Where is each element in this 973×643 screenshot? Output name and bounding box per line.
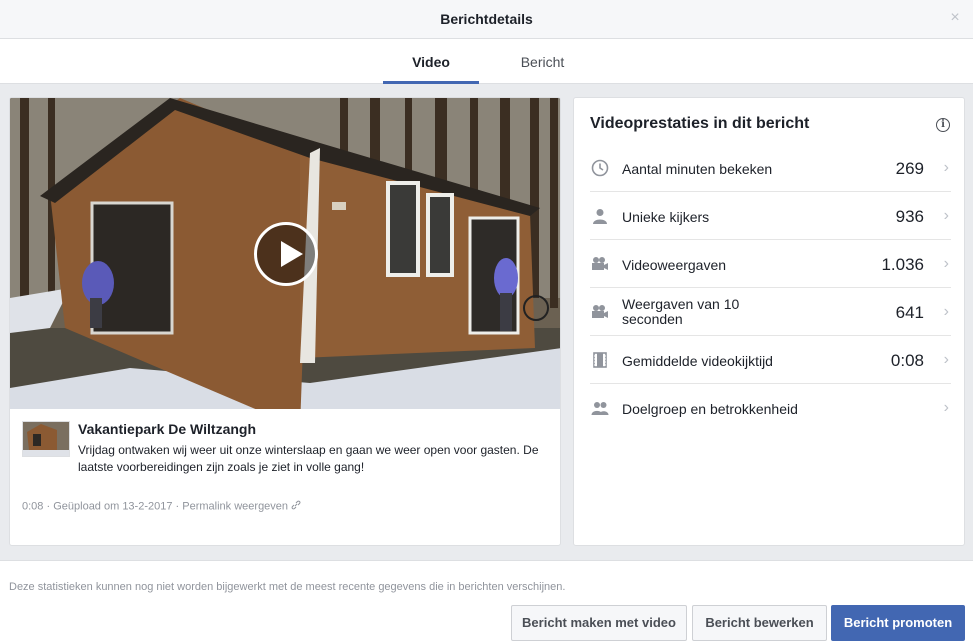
footer-note: Deze statistieken kunnen nog niet worden… <box>9 581 566 593</box>
video-stats-panel: Videoprestaties in dit bericht i Aantal … <box>573 97 965 546</box>
stat-row-10-second-views[interactable]: Weergaven van 10 seconden 641 › <box>590 288 951 336</box>
meta-separator: · <box>46 500 51 513</box>
stat-value: 0:08 <box>890 351 924 370</box>
stat-row-video-views[interactable]: Videoweergaven 1.036 › <box>590 240 951 288</box>
dialog-header: Berichtdetails × <box>0 0 973 39</box>
stat-label: Doelgroep en betrokkenheid <box>622 401 798 417</box>
tab-post[interactable]: Bericht <box>494 39 591 84</box>
link-icon <box>291 500 301 513</box>
video-player[interactable] <box>10 98 560 409</box>
chevron-right-icon: › <box>943 159 949 176</box>
post-preview-card: Vakantiepark De Wiltzangh Vrijdag ontwak… <box>9 97 561 546</box>
stat-value: 641 <box>895 303 924 322</box>
stat-label: Videoweergaven <box>622 257 727 273</box>
page-thumbnail-image <box>23 422 69 456</box>
stats-title: Videoprestaties in dit bericht <box>590 115 810 132</box>
post-meta: 0:08 · Geüpload om 13-2-2017 · Permalink… <box>22 500 301 513</box>
edit-post-button[interactable]: Bericht bewerken <box>692 605 827 641</box>
meta-separator: · <box>175 500 180 513</box>
chevron-right-icon: › <box>943 351 949 368</box>
clock-icon <box>591 159 609 177</box>
tab-video[interactable]: Video <box>383 39 479 84</box>
chevron-right-icon: › <box>943 303 949 320</box>
post-text: Vrijdag ontwaken wij weer uit onze winte… <box>78 443 539 474</box>
tab-bar: Video Bericht <box>0 39 973 84</box>
page-thumbnail[interactable] <box>22 421 70 457</box>
stat-row-average-watch-time[interactable]: Gemiddelde videokijktijd 0:08 › <box>590 336 951 384</box>
stat-label: Weergaven van 10 seconden <box>622 296 740 327</box>
close-icon[interactable]: × <box>947 10 963 26</box>
video-camera-icon <box>591 303 609 321</box>
film-icon <box>591 351 609 369</box>
stat-row-audience-engagement[interactable]: Doelgroep en betrokkenheid › <box>590 384 951 432</box>
dialog-title: Berichtdetails <box>440 11 533 27</box>
stat-label: Gemiddelde videokijktijd <box>622 353 773 369</box>
dialog-footer: Deze statistieken kunnen nog niet worden… <box>0 560 973 643</box>
stat-row-minutes-viewed[interactable]: Aantal minuten bekeken 269 › <box>590 144 951 192</box>
info-icon[interactable]: i <box>936 118 950 132</box>
video-duration: 0:08 <box>22 500 44 513</box>
create-post-with-video-button[interactable]: Bericht maken met video <box>511 605 687 641</box>
play-button-icon[interactable] <box>254 222 318 286</box>
stat-row-unique-viewers[interactable]: Unieke kijkers 936 › <box>590 192 951 240</box>
stat-value: 936 <box>895 207 924 226</box>
person-icon <box>591 207 609 225</box>
stat-label: Aantal minuten bekeken <box>622 161 773 177</box>
stat-label: Unieke kijkers <box>622 209 710 225</box>
stat-value: 269 <box>895 159 924 178</box>
promote-post-button[interactable]: Bericht promoten <box>831 605 965 641</box>
page-name-link[interactable]: Vakantiepark De Wiltzangh <box>78 421 256 437</box>
stat-value: 1.036 <box>881 255 924 274</box>
permalink-link[interactable]: Permalink weergeven <box>182 501 288 513</box>
people-icon <box>591 399 609 417</box>
chevron-right-icon: › <box>943 255 949 272</box>
video-camera-icon <box>591 255 609 273</box>
chevron-right-icon: › <box>943 399 949 416</box>
chevron-right-icon: › <box>943 207 949 224</box>
upload-date: Geüpload om 13-2-2017 <box>53 500 173 513</box>
